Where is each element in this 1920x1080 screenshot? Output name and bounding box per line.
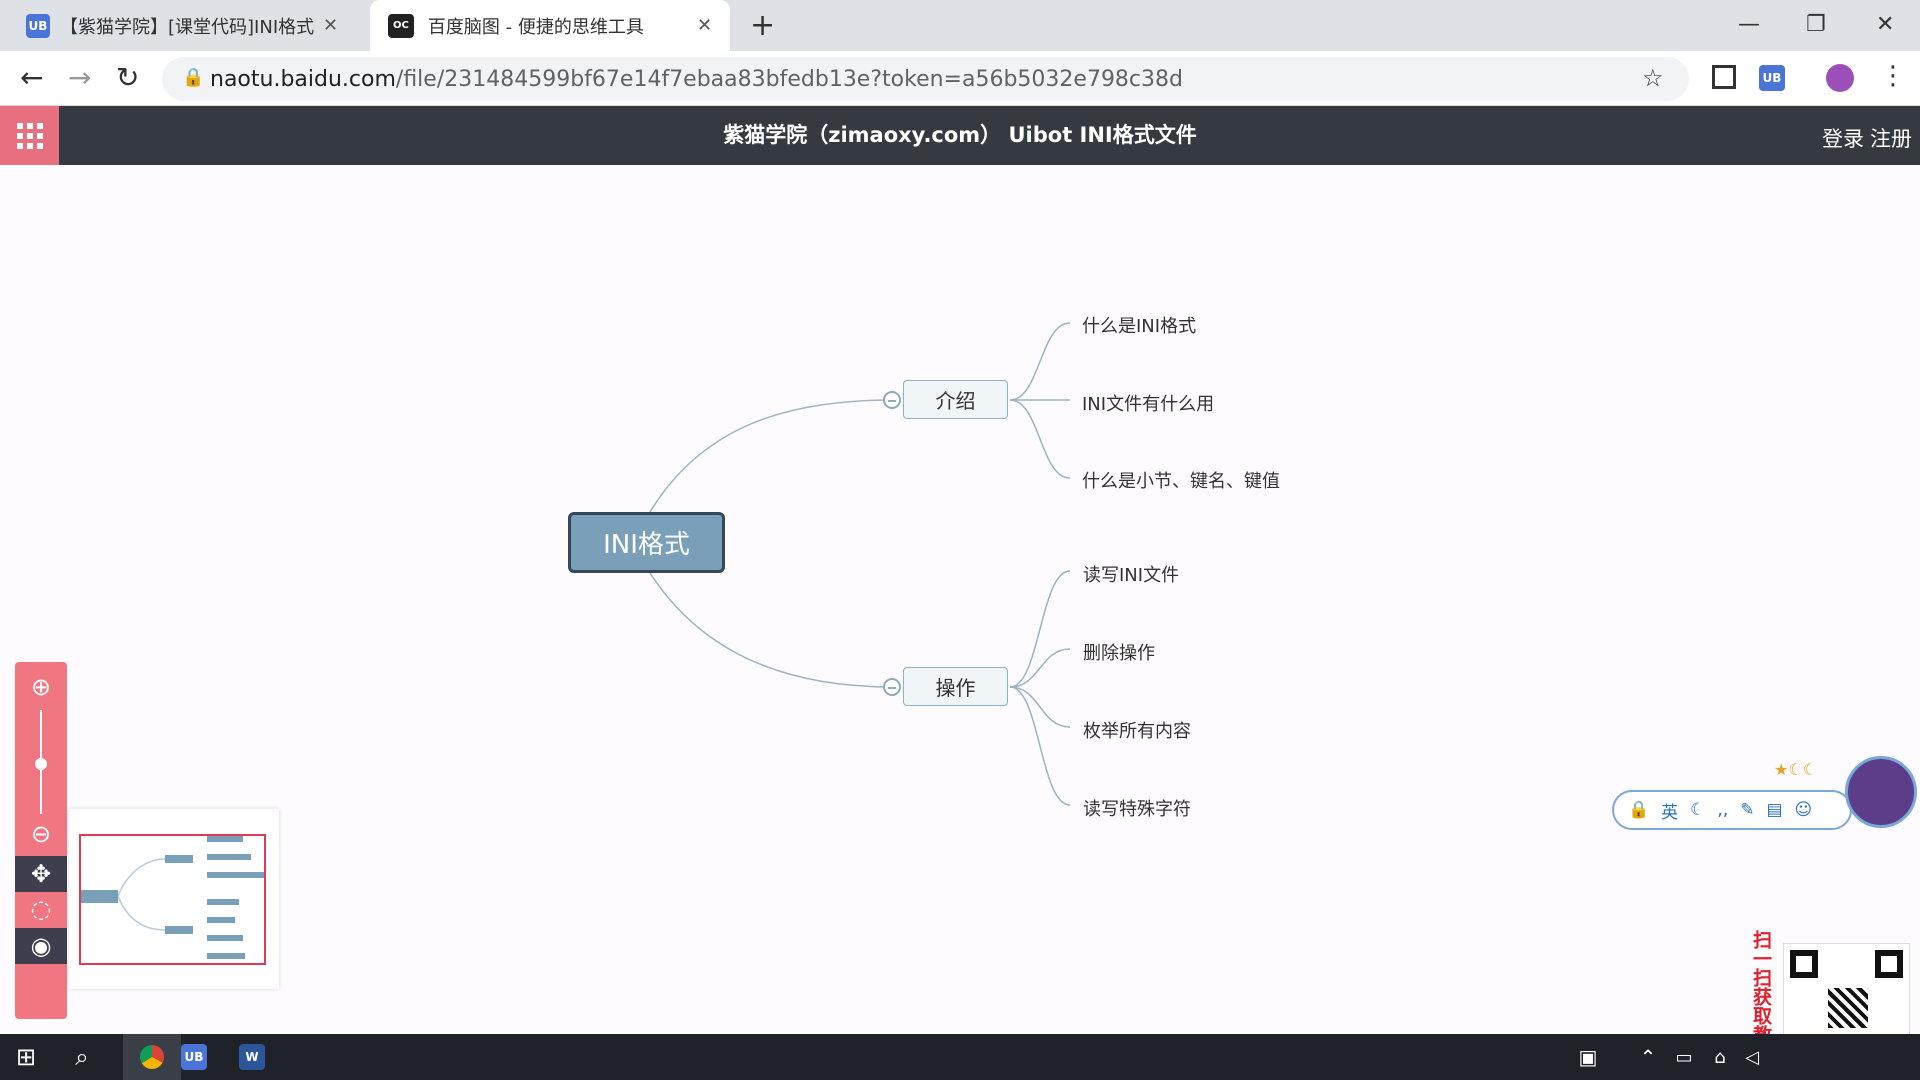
root-node[interactable]: INI格式 — [568, 512, 725, 573]
leaf-node[interactable]: INI文件有什么用 — [1082, 390, 1214, 416]
uibot-taskbar-icon[interactable]: UB — [178, 1041, 210, 1073]
collapse-toggle[interactable] — [883, 678, 901, 696]
ime-lang-toggle[interactable]: 英 — [1661, 798, 1678, 823]
minimap[interactable] — [69, 809, 279, 989]
volume-icon[interactable]: ◁ — [1736, 1041, 1768, 1073]
mindmap-connectors — [649, 322, 1071, 806]
preview-eye-icon[interactable]: ◉ — [15, 928, 67, 964]
zoom-slider-handle[interactable] — [35, 758, 47, 770]
tray-device-icon[interactable]: ▭ — [1668, 1041, 1700, 1073]
ime-decor-icons: ★☾☾ — [1774, 760, 1818, 779]
clipboard-icon[interactable]: ▤ — [1766, 800, 1782, 820]
wrench-icon[interactable]: ✎ — [1740, 800, 1754, 820]
chrome-taskbar-icon[interactable] — [123, 1034, 181, 1080]
ime-toolbar: 🔒 英 ☾ ,, ✎ ▤ ☺ — [1612, 790, 1852, 830]
leaf-node[interactable]: 读写特殊字符 — [1083, 795, 1191, 821]
word-taskbar-icon[interactable]: W — [236, 1041, 268, 1073]
locate-icon[interactable]: ◌ — [26, 894, 56, 924]
windows-start-icon[interactable]: ⊞ — [10, 1041, 42, 1073]
leaf-node[interactable]: 读写INI文件 — [1083, 561, 1179, 587]
tray-expand-icon[interactable]: ⌃ — [1632, 1041, 1664, 1073]
emoji-icon[interactable]: ☺ — [1795, 800, 1813, 820]
zoom-out-icon[interactable]: ⊖ — [26, 819, 56, 849]
moon-icon[interactable]: ☾ — [1690, 800, 1705, 820]
zoom-toolbar: ⊕ ⊖ ✥ ◌ ◉ — [15, 662, 67, 1019]
minimap-viewport[interactable] — [79, 834, 266, 965]
search-icon[interactable]: ⌕ — [66, 1041, 98, 1073]
mascot-avatar[interactable] — [1845, 756, 1917, 828]
uibot-icon: UB — [181, 1044, 207, 1070]
zoom-in-icon[interactable]: ⊕ — [26, 672, 56, 702]
leaf-node[interactable]: 删除操作 — [1083, 639, 1155, 665]
leaf-node[interactable]: 枚举所有内容 — [1083, 717, 1191, 743]
collapse-toggle[interactable] — [883, 391, 901, 409]
punctuation-icon[interactable]: ,, — [1717, 800, 1728, 820]
lock-icon[interactable]: 🔒 — [1628, 800, 1649, 820]
tray-app-icon[interactable]: ▣ — [1572, 1041, 1604, 1073]
move-icon[interactable]: ✥ — [15, 856, 67, 892]
network-icon[interactable]: ⌂ — [1704, 1041, 1736, 1073]
leaf-node[interactable]: 什么是小节、键名、键值 — [1082, 467, 1280, 493]
taskbar: ⊞ ⌕ UB W ▣ ⌃ ▭ ⌂ ◁ — [0, 1034, 1920, 1080]
branch-node-intro[interactable]: 介绍 — [903, 380, 1008, 419]
leaf-node[interactable]: 什么是INI格式 — [1082, 312, 1196, 338]
branch-node-ops[interactable]: 操作 — [903, 667, 1008, 706]
